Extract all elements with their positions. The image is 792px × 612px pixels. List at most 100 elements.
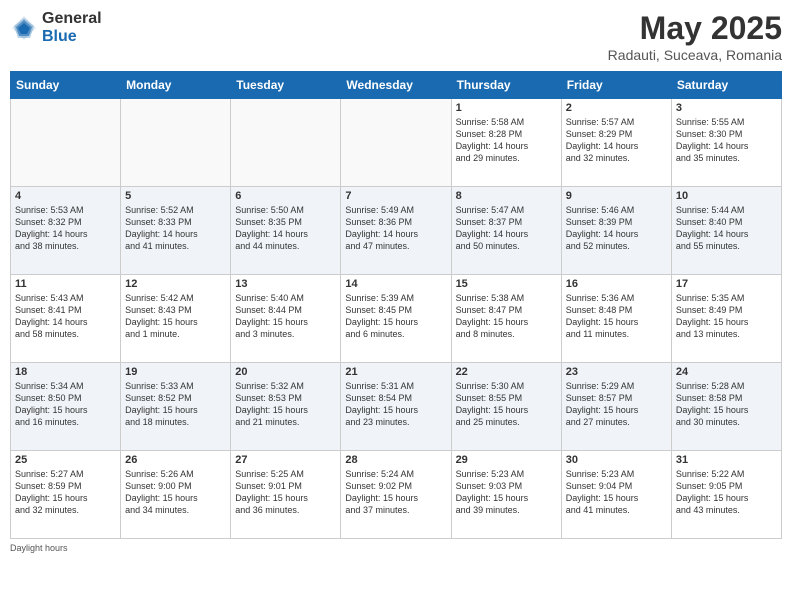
day-info: Sunrise: 5:39 AM Sunset: 8:45 PM Dayligh…: [345, 292, 446, 341]
day-header-sunday: Sunday: [11, 72, 121, 99]
week-row-5: 25Sunrise: 5:27 AM Sunset: 8:59 PM Dayli…: [11, 451, 782, 539]
day-number: 1: [456, 102, 557, 114]
day-info: Sunrise: 5:33 AM Sunset: 8:52 PM Dayligh…: [125, 380, 226, 429]
day-number: 5: [125, 190, 226, 202]
calendar-cell: 23Sunrise: 5:29 AM Sunset: 8:57 PM Dayli…: [561, 363, 671, 451]
calendar-cell: 3 Sunrise: 5:55 AM Sunset: 8:30 PM Daylig…: [671, 99, 781, 187]
day-number: 27: [235, 454, 336, 466]
calendar-cell: 21Sunrise: 5:31 AM Sunset: 8:54 PM Dayli…: [341, 363, 451, 451]
footer: Daylight hours: [10, 543, 782, 553]
day-number: 12: [125, 278, 226, 290]
day-number: 6: [235, 190, 336, 202]
day-info: Sunrise: 5:25 AM Sunset: 9:01 PM Dayligh…: [235, 468, 336, 517]
day-number: 20: [235, 366, 336, 378]
week-row-3: 11 Sunrise: 5:43 AM Sunset: 8:41 PM Dayli…: [11, 275, 782, 363]
day-number: 9: [566, 190, 667, 202]
calendar-cell: 8Sunrise: 5:47 AM Sunset: 8:37 PM Daylig…: [451, 187, 561, 275]
calendar-cell: 27 Sunrise: 5:25 AM Sunset: 9:01 PM Dayli…: [231, 451, 341, 539]
calendar-cell: 14 Sunrise: 5:39 AM Sunset: 8:45 PM Dayli…: [341, 275, 451, 363]
calendar-cell: 17 Sunrise: 5:35 AM Sunset: 8:49 PM Dayli…: [671, 275, 781, 363]
calendar-cell: 18 Sunrise: 5:34 AM Sunset: 8:50 PM Dayli…: [11, 363, 121, 451]
day-number: 16: [566, 278, 667, 290]
day-header-wednesday: Wednesday: [341, 72, 451, 99]
calendar-cell: 13Sunrise: 5:40 AM Sunset: 8:44 PM Dayli…: [231, 275, 341, 363]
week-row-1: 1 Sunrise: 5:58 AM Sunset: 8:28 PM Daylig…: [11, 99, 782, 187]
day-info: Sunrise: 5:57 AM Sunset: 8:29 PM Dayligh…: [566, 116, 667, 165]
day-info: Sunrise: 5:36 AM Sunset: 8:48 PM Dayligh…: [566, 292, 667, 341]
day-number: 30: [566, 454, 667, 466]
day-info: Sunrise: 5:42 AM Sunset: 8:43 PM Dayligh…: [125, 292, 226, 341]
calendar-cell: 10Sunrise: 5:44 AM Sunset: 8:40 PM Dayli…: [671, 187, 781, 275]
day-number: 21: [345, 366, 446, 378]
day-number: 14: [345, 278, 446, 290]
day-header-monday: Monday: [121, 72, 231, 99]
calendar-cell: 2 Sunrise: 5:57 AM Sunset: 8:29 PM Daylig…: [561, 99, 671, 187]
day-number: 4: [15, 190, 116, 202]
day-info: Sunrise: 5:28 AM Sunset: 8:58 PM Dayligh…: [676, 380, 777, 429]
calendar-cell: 9 Sunrise: 5:46 AM Sunset: 8:39 PM Daylig…: [561, 187, 671, 275]
day-number: 3: [676, 102, 777, 114]
day-number: 28: [345, 454, 446, 466]
day-number: 22: [456, 366, 557, 378]
header-row: SundayMondayTuesdayWednesdayThursdayFrid…: [11, 72, 782, 99]
logo: General Blue: [10, 10, 102, 45]
day-info: Sunrise: 5:50 AM Sunset: 8:35 PM Dayligh…: [235, 204, 336, 253]
day-info: Sunrise: 5:46 AM Sunset: 8:39 PM Dayligh…: [566, 204, 667, 253]
day-info: Sunrise: 5:55 AM Sunset: 8:30 PM Dayligh…: [676, 116, 777, 165]
week-row-2: 4 Sunrise: 5:53 AM Sunset: 8:32 PM Daylig…: [11, 187, 782, 275]
calendar-cell: 6 Sunrise: 5:50 AM Sunset: 8:35 PM Daylig…: [231, 187, 341, 275]
day-info: Sunrise: 5:58 AM Sunset: 8:28 PM Dayligh…: [456, 116, 557, 165]
calendar-cell: [121, 99, 231, 187]
calendar-cell: 12 Sunrise: 5:42 AM Sunset: 8:43 PM Dayli…: [121, 275, 231, 363]
day-info: Sunrise: 5:35 AM Sunset: 8:49 PM Dayligh…: [676, 292, 777, 341]
page: General Blue May 2025 Radauti, Suceava, …: [0, 0, 792, 612]
day-number: 15: [456, 278, 557, 290]
day-info: Sunrise: 5:27 AM Sunset: 8:59 PM Dayligh…: [15, 468, 116, 517]
calendar-cell: 4 Sunrise: 5:53 AM Sunset: 8:32 PM Daylig…: [11, 187, 121, 275]
calendar-cell: 20Sunrise: 5:32 AM Sunset: 8:53 PM Dayli…: [231, 363, 341, 451]
day-info: Sunrise: 5:40 AM Sunset: 8:44 PM Dayligh…: [235, 292, 336, 341]
day-number: 2: [566, 102, 667, 114]
day-info: Sunrise: 5:26 AM Sunset: 9:00 PM Dayligh…: [125, 468, 226, 517]
calendar-cell: 25Sunrise: 5:27 AM Sunset: 8:59 PM Dayli…: [11, 451, 121, 539]
calendar-cell: 24 Sunrise: 5:28 AM Sunset: 8:58 PM Dayli…: [671, 363, 781, 451]
footer-text: Daylight hours: [10, 543, 68, 553]
day-header-saturday: Saturday: [671, 72, 781, 99]
day-number: 7: [345, 190, 446, 202]
day-info: Sunrise: 5:52 AM Sunset: 8:33 PM Dayligh…: [125, 204, 226, 253]
logo-general: General: [42, 10, 102, 28]
day-number: 29: [456, 454, 557, 466]
day-number: 18: [15, 366, 116, 378]
calendar-body: 1 Sunrise: 5:58 AM Sunset: 8:28 PM Daylig…: [11, 99, 782, 539]
day-number: 31: [676, 454, 777, 466]
day-number: 11: [15, 278, 116, 290]
calendar-cell: 22Sunrise: 5:30 AM Sunset: 8:55 PM Dayli…: [451, 363, 561, 451]
day-info: Sunrise: 5:23 AM Sunset: 9:04 PM Dayligh…: [566, 468, 667, 517]
calendar-cell: [231, 99, 341, 187]
day-info: Sunrise: 5:49 AM Sunset: 8:36 PM Dayligh…: [345, 204, 446, 253]
title-block: May 2025 Radauti, Suceava, Romania: [608, 10, 782, 63]
calendar-cell: 28 Sunrise: 5:24 AM Sunset: 9:02 PM Dayli…: [341, 451, 451, 539]
day-number: 19: [125, 366, 226, 378]
day-number: 24: [676, 366, 777, 378]
day-header-tuesday: Tuesday: [231, 72, 341, 99]
logo-blue: Blue: [42, 28, 102, 46]
header: General Blue May 2025 Radauti, Suceava, …: [10, 10, 782, 63]
calendar-cell: 5 Sunrise: 5:52 AM Sunset: 8:33 PM Daylig…: [121, 187, 231, 275]
day-number: 26: [125, 454, 226, 466]
day-number: 17: [676, 278, 777, 290]
calendar-cell: 26 Sunrise: 5:26 AM Sunset: 9:00 PM Dayli…: [121, 451, 231, 539]
calendar-cell: 16 Sunrise: 5:36 AM Sunset: 8:48 PM Dayli…: [561, 275, 671, 363]
day-info: Sunrise: 5:34 AM Sunset: 8:50 PM Dayligh…: [15, 380, 116, 429]
day-info: Sunrise: 5:47 AM Sunset: 8:37 PM Dayligh…: [456, 204, 557, 253]
day-info: Sunrise: 5:53 AM Sunset: 8:32 PM Dayligh…: [15, 204, 116, 253]
day-info: Sunrise: 5:43 AM Sunset: 8:41 PM Dayligh…: [15, 292, 116, 341]
week-row-4: 18 Sunrise: 5:34 AM Sunset: 8:50 PM Dayli…: [11, 363, 782, 451]
calendar-cell: 30 Sunrise: 5:23 AM Sunset: 9:04 PM Dayli…: [561, 451, 671, 539]
day-info: Sunrise: 5:29 AM Sunset: 8:57 PM Dayligh…: [566, 380, 667, 429]
day-number: 10: [676, 190, 777, 202]
calendar-cell: 7 Sunrise: 5:49 AM Sunset: 8:36 PM Daylig…: [341, 187, 451, 275]
calendar-header: SundayMondayTuesdayWednesdayThursdayFrid…: [11, 72, 782, 99]
day-info: Sunrise: 5:24 AM Sunset: 9:02 PM Dayligh…: [345, 468, 446, 517]
calendar-table: SundayMondayTuesdayWednesdayThursdayFrid…: [10, 71, 782, 539]
